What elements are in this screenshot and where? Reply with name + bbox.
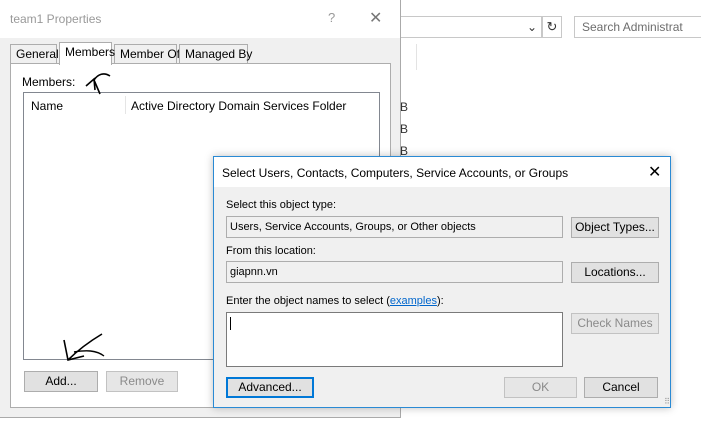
resize-grip-icon[interactable]: ⠿ <box>664 397 670 406</box>
cancel-button[interactable]: Cancel <box>584 377 658 398</box>
list-item-fragment: B <box>400 100 409 114</box>
ok-button[interactable]: OK <box>504 377 577 398</box>
search-input[interactable]: Search Administrat <box>574 16 701 38</box>
location-label: From this location: <box>226 245 316 257</box>
enter-names-prefix: Enter the object names to select ( <box>226 295 390 307</box>
column-header-name[interactable]: Name <box>31 99 63 113</box>
examples-link[interactable]: examples <box>390 295 437 307</box>
chevron-down-icon[interactable]: ⌄ <box>524 18 540 36</box>
title-bar[interactable]: Select Users, Contacts, Computers, Servi… <box>214 157 670 187</box>
object-types-button[interactable]: Object Types... <box>571 217 659 238</box>
tab-member-of[interactable]: Member Of <box>114 44 180 64</box>
add-button[interactable]: Add... <box>24 371 98 392</box>
object-type-label: Select this object type: <box>226 199 337 211</box>
object-type-field: Users, Service Accounts, Groups, or Othe… <box>226 216 563 238</box>
refresh-icon[interactable]: ↻ <box>542 16 562 38</box>
tab-members[interactable]: Members <box>59 42 115 65</box>
remove-button[interactable]: Remove <box>106 371 178 392</box>
enter-names-suffix: ): <box>436 295 444 307</box>
divider <box>416 44 417 70</box>
object-names-input[interactable] <box>226 312 563 367</box>
select-users-dialog: Select Users, Contacts, Computers, Servi… <box>213 156 671 408</box>
title-bar[interactable]: team1 Properties ? ✕ <box>0 0 400 38</box>
enter-names-label: Enter the object names to select (exampl… <box>226 295 444 307</box>
column-divider[interactable] <box>125 96 126 114</box>
address-bar[interactable] <box>400 16 542 38</box>
dialog-title: team1 Properties <box>10 12 102 26</box>
advanced-button[interactable]: Advanced... <box>226 377 314 398</box>
tab-managed-by[interactable]: Managed By <box>179 44 252 64</box>
dialog-title: Select Users, Contacts, Computers, Servi… <box>222 166 569 180</box>
help-icon[interactable]: ? <box>328 10 335 25</box>
tab-general[interactable]: General <box>10 44 59 64</box>
locations-button[interactable]: Locations... <box>571 262 659 283</box>
members-label: Members: <box>22 75 76 89</box>
list-item-fragment: B <box>400 122 409 136</box>
text-caret <box>230 317 231 330</box>
check-names-button[interactable]: Check Names <box>571 313 659 334</box>
close-icon[interactable]: ✕ <box>648 162 661 182</box>
location-field: giapnn.vn <box>226 261 563 283</box>
close-icon[interactable]: ✕ <box>369 8 382 28</box>
column-header-folder[interactable]: Active Directory Domain Services Folder <box>131 99 346 113</box>
